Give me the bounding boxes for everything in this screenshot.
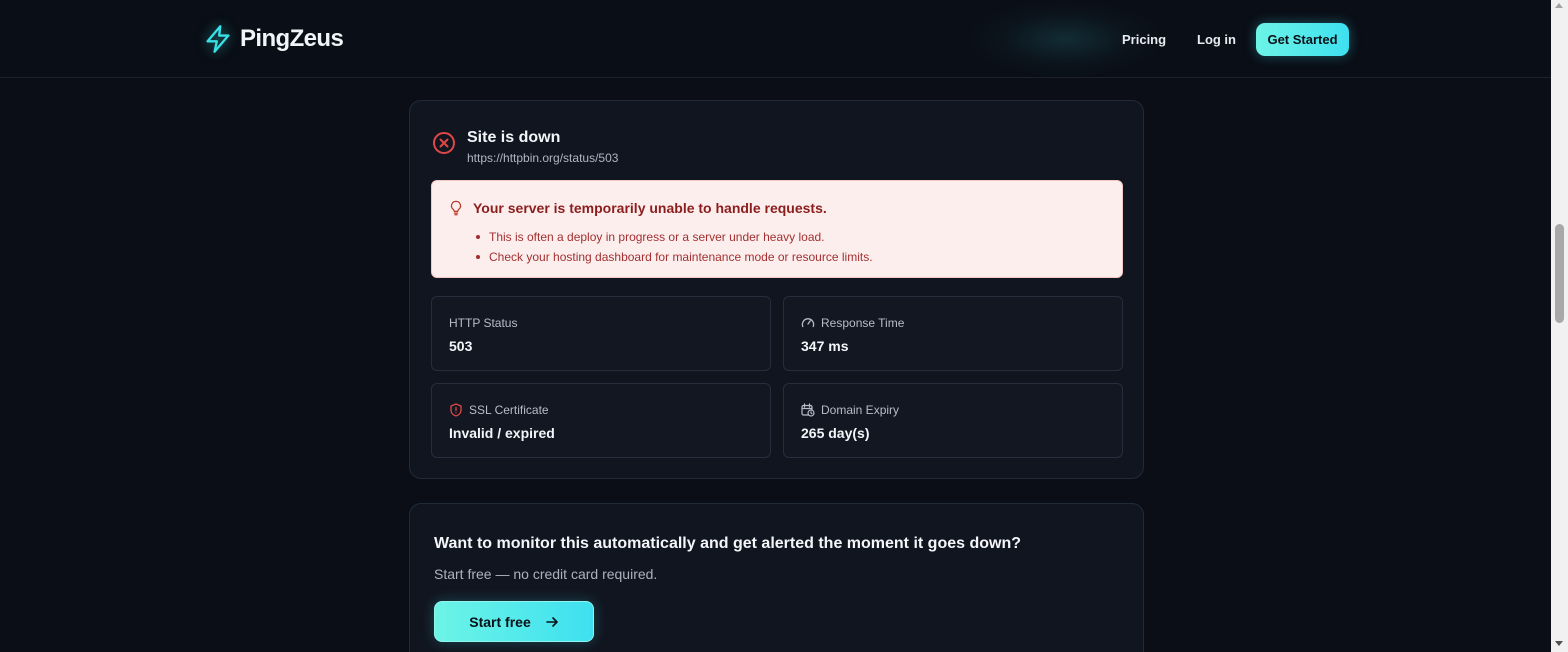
stat-label: SSL Certificate [449,403,549,417]
response-time-value: 347 ms [801,338,849,354]
get-started-button[interactable]: Get Started [1256,23,1349,56]
monitor-cta-card: Want to monitor this automatically and g… [409,503,1144,652]
nav-login-link[interactable]: Log in [1197,32,1236,47]
response-time-stat: Response Time 347 ms [783,296,1123,371]
alert-header: Your server is temporarily unable to han… [449,200,827,216]
site-header: PingZeus Pricing Log in Get Started [0,0,1551,78]
stat-label-text: Domain Expiry [821,403,900,417]
alert-tip: Check your hosting dashboard for mainten… [474,247,873,267]
domain-expiry-value: 265 day(s) [801,425,870,441]
brand-logo[interactable]: PingZeus [204,24,344,54]
status-title: Site is down [467,129,561,146]
ssl-certificate-stat: SSL Certificate Invalid / expired [431,383,771,458]
page-scrollbar[interactable] [1551,0,1568,652]
checked-url: https://httpbin.org/status/503 [467,151,619,165]
stat-label: Response Time [801,316,904,330]
stat-label-text: SSL Certificate [469,403,549,417]
diagnosis-alert: Your server is temporarily unable to han… [431,180,1123,278]
alert-title: Your server is temporarily unable to han… [473,200,827,216]
gauge-icon [801,318,815,328]
scroll-thumb[interactable] [1555,224,1564,323]
shield-alert-icon [450,403,462,417]
stat-label: Domain Expiry [801,403,899,417]
status-header: Site is down https://httpbin.org/status/… [432,129,618,165]
lightbulb-icon [450,200,462,216]
calendar-clock-icon [801,403,815,417]
http-status-stat: HTTP Status 503 [431,296,771,371]
stat-label-text: HTTP Status [449,316,518,330]
scroll-up-arrow[interactable] [1555,3,1563,8]
domain-expiry-stat: Domain Expiry 265 day(s) [783,383,1123,458]
ssl-certificate-value: Invalid / expired [449,425,555,441]
check-result-card: Site is down https://httpbin.org/status/… [409,100,1144,479]
nav-pricing-link[interactable]: Pricing [1122,32,1166,47]
stat-label-text: Response Time [821,316,905,330]
x-circle-icon [433,132,455,154]
scroll-down-arrow[interactable] [1555,641,1563,646]
stat-label: HTTP Status [449,316,517,330]
start-free-button[interactable]: Start free [434,601,594,642]
status-text: Site is down https://httpbin.org/status/… [467,129,618,165]
alert-tips: This is often a deploy in progress or a … [474,227,873,267]
start-free-label: Start free [469,613,531,630]
arrow-right-icon [545,616,558,627]
cta-title: Want to monitor this automatically and g… [434,535,1021,552]
alert-tip: This is often a deploy in progress or a … [474,227,873,247]
cta-subtitle: Start free — no credit card required. [434,566,658,582]
lightning-bolt-icon [206,25,230,53]
viewport: PingZeus Pricing Log in Get Started Site… [0,0,1568,652]
http-status-value: 503 [449,338,473,354]
brand-name: PingZeus [240,25,344,52]
